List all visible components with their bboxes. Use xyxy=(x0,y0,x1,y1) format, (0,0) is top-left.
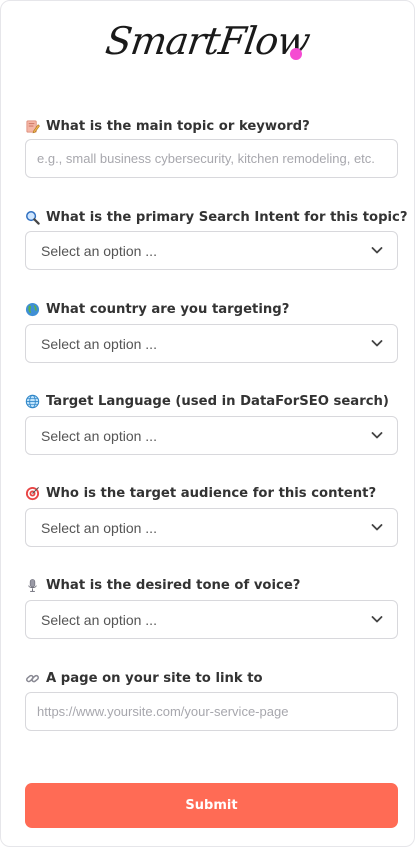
search-intent-value: Select an option ... xyxy=(41,243,157,259)
logo-dot xyxy=(290,48,302,60)
field-audience: Who is the target audience for this cont… xyxy=(25,484,398,547)
chevron-down-icon xyxy=(371,432,383,439)
topic-label: What is the main topic or keyword? xyxy=(25,117,398,135)
chevron-down-icon xyxy=(371,616,383,623)
audience-value: Select an option ... xyxy=(41,520,157,536)
language-label-text: Target Language (used in DataForSEO sear… xyxy=(46,393,389,409)
language-select[interactable]: Select an option ... xyxy=(25,416,398,455)
field-tone: What is the desired tone of voice? Selec… xyxy=(25,576,398,639)
tone-value: Select an option ... xyxy=(41,612,157,628)
audience-label: Who is the target audience for this cont… xyxy=(25,484,398,502)
logo-text: SmartFlow xyxy=(102,19,313,63)
country-label: What country are you targeting? xyxy=(25,300,398,318)
chevron-down-icon xyxy=(371,524,383,531)
globe-icon xyxy=(25,302,40,316)
language-label: Target Language (used in DataForSEO sear… xyxy=(25,392,398,410)
pencil-note-icon xyxy=(26,120,40,133)
field-search-intent: What is the primary Search Intent for th… xyxy=(25,208,408,270)
chevron-down-icon xyxy=(371,247,383,254)
submit-button[interactable]: Submit xyxy=(25,783,398,828)
field-topic: What is the main topic or keyword? xyxy=(25,117,398,178)
link-label: A page on your site to link to xyxy=(25,669,398,687)
country-select[interactable]: Select an option ... xyxy=(25,324,398,363)
search-intent-select[interactable]: Select an option ... xyxy=(25,231,398,270)
search-intent-label: What is the primary Search Intent for th… xyxy=(25,208,408,226)
field-language: Target Language (used in DataForSEO sear… xyxy=(25,392,398,455)
country-label-text: What country are you targeting? xyxy=(46,301,290,317)
field-country: What country are you targeting? Select a… xyxy=(25,300,398,363)
topic-input-box[interactable] xyxy=(25,139,398,178)
target-icon xyxy=(25,486,40,500)
link-icon xyxy=(26,674,39,682)
form-card: SmartFlow What is the main topic or keyw… xyxy=(0,0,415,847)
country-value: Select an option ... xyxy=(41,336,157,352)
logo: SmartFlow xyxy=(103,19,312,75)
chevron-down-icon xyxy=(371,340,383,347)
link-input[interactable] xyxy=(26,693,397,730)
magnifier-icon xyxy=(26,210,40,225)
link-label-text: A page on your site to link to xyxy=(46,670,263,686)
tone-label: What is the desired tone of voice? xyxy=(25,576,398,594)
tone-select[interactable]: Select an option ... xyxy=(25,600,398,639)
field-link: A page on your site to link to xyxy=(25,669,398,731)
tone-label-text: What is the desired tone of voice? xyxy=(46,577,301,593)
audience-select[interactable]: Select an option ... xyxy=(25,508,398,547)
audience-label-text: Who is the target audience for this cont… xyxy=(46,485,377,501)
topic-input[interactable] xyxy=(26,140,397,177)
microphone-icon xyxy=(28,578,37,592)
search-intent-label-text: What is the primary Search Intent for th… xyxy=(46,209,408,225)
link-input-box[interactable] xyxy=(25,692,398,731)
language-value: Select an option ... xyxy=(41,428,157,444)
globe-meridians-icon xyxy=(25,394,40,408)
topic-label-text: What is the main topic or keyword? xyxy=(46,118,310,134)
